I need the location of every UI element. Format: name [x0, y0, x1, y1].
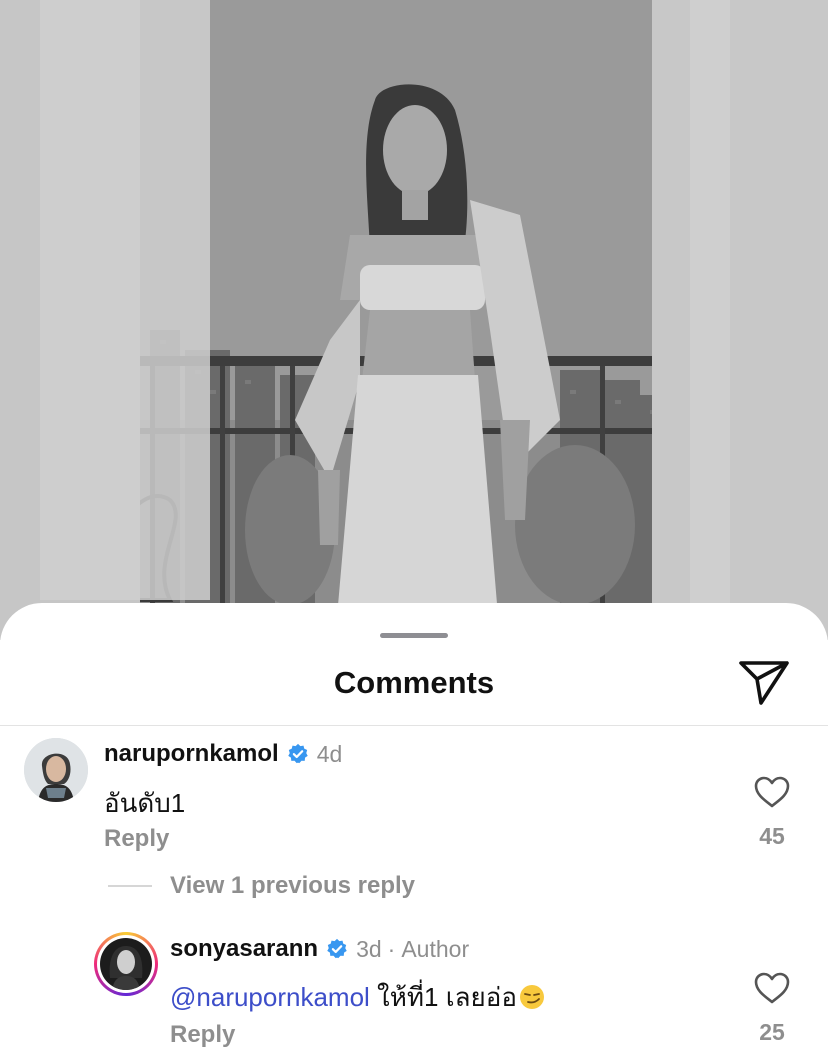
reply-button[interactable]: Reply — [104, 825, 169, 853]
avatar-image — [24, 738, 88, 802]
thread-line — [108, 885, 152, 887]
send-icon[interactable] — [737, 657, 791, 707]
comment-text: อันดับ1 — [104, 788, 186, 818]
view-replies-label: View 1 previous reply — [170, 872, 416, 899]
view-previous-replies[interactable]: View 1 previous reply — [108, 872, 415, 900]
sheet-grabber[interactable] — [380, 633, 448, 638]
reply-author: sonyasarann 3d · Author — [170, 935, 469, 963]
username[interactable]: sonyasarann — [170, 935, 318, 963]
mention-link[interactable]: @narupornkamol — [170, 982, 370, 1012]
smirk-emoji-icon — [520, 985, 544, 1009]
photo-illustration — [0, 0, 828, 640]
avatar[interactable] — [24, 738, 88, 802]
sheet-title: Comments — [333, 665, 495, 700]
reply-body: ให้ที่1 เลยอ่อ — [369, 982, 517, 1012]
verified-badge-icon — [327, 938, 347, 959]
reply-time: 3d — [356, 935, 382, 962]
heart-icon[interactable] — [754, 776, 790, 808]
reply-text: @narupornkamol ให้ที่1 เลยอ่อ — [170, 977, 545, 1018]
like-count: 45 — [759, 823, 785, 849]
avatar-image — [100, 938, 152, 990]
reply-button[interactable]: Reply — [170, 1021, 235, 1049]
verified-badge-icon — [287, 743, 308, 764]
meta-separator: · — [387, 935, 396, 962]
post-photo — [0, 0, 828, 640]
comment-author: narupornkamol 4d — [104, 740, 342, 768]
story-ring-avatar[interactable] — [94, 932, 158, 996]
username[interactable]: narupornkamol — [104, 740, 279, 768]
sheet-divider — [0, 725, 828, 726]
heart-icon[interactable] — [754, 972, 790, 1004]
like-count: 25 — [759, 1019, 785, 1045]
comment-time: 4d — [316, 740, 343, 767]
author-badge: Author — [401, 935, 470, 962]
